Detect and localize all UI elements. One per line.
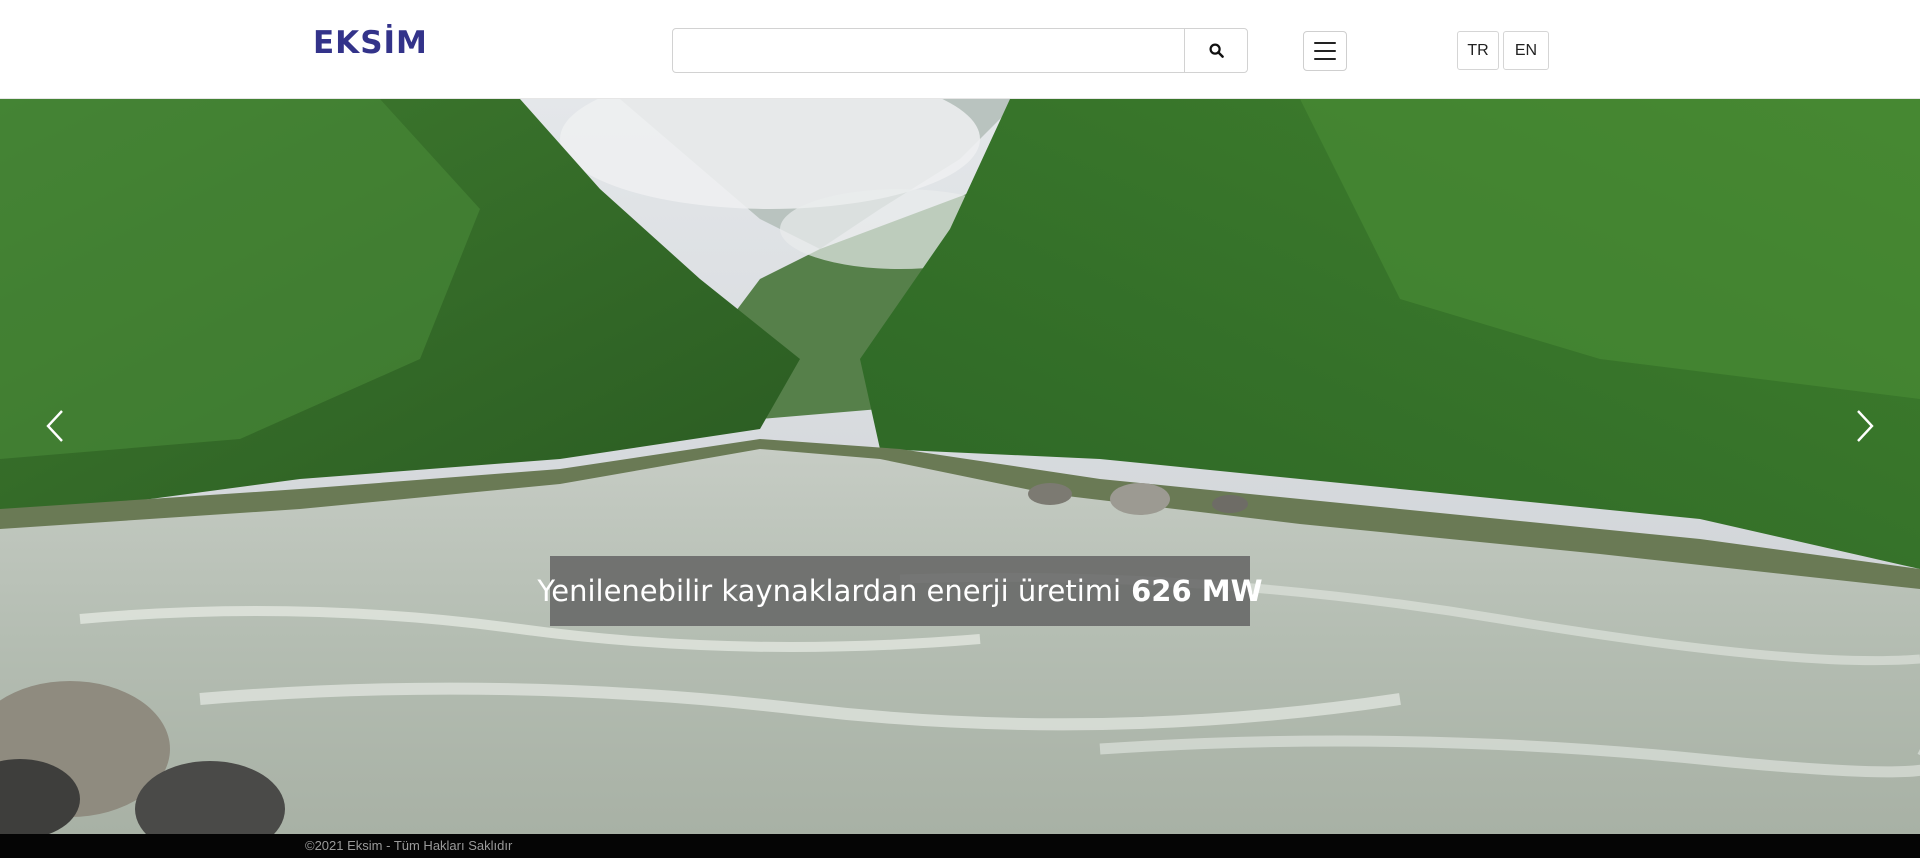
search-button[interactable]	[1184, 29, 1247, 72]
site-footer: ©2021 Eksim - Tüm Hakları Saklıdır	[0, 834, 1920, 858]
search-bar	[672, 28, 1248, 73]
logo[interactable]: EKSİM	[313, 25, 428, 61]
hero-slider: Yenilenebilir kaynaklardan enerji üretim…	[0, 99, 1920, 834]
chevron-left-icon	[46, 410, 63, 442]
hamburger-menu-icon-bar	[1314, 50, 1336, 52]
slider-prev-button[interactable]	[38, 401, 72, 451]
hero-caption: Yenilenebilir kaynaklardan enerji üretim…	[537, 556, 1263, 626]
logo-text: EKSİM	[313, 25, 428, 61]
slider-next-button[interactable]	[1848, 401, 1882, 451]
hero-caption-value: 626 MW	[1131, 574, 1263, 608]
hamburger-menu-icon-bar	[1314, 58, 1336, 60]
site-header: EKSİM TR EN	[0, 0, 1920, 99]
language-en-button[interactable]: EN	[1503, 31, 1549, 70]
hero-image	[0, 99, 1920, 834]
menu-toggle-button[interactable]	[1303, 31, 1347, 71]
copyright-text: ©2021 Eksim - Tüm Hakları Saklıdır	[305, 838, 513, 853]
hamburger-menu-icon-bar	[1314, 42, 1336, 44]
search-input[interactable]	[673, 29, 1184, 72]
search-icon	[1208, 43, 1224, 58]
language-tr-button[interactable]: TR	[1457, 31, 1499, 70]
hero-caption-text: Yenilenebilir kaynaklardan enerji üretim…	[537, 574, 1122, 608]
chevron-right-icon	[1857, 410, 1874, 442]
